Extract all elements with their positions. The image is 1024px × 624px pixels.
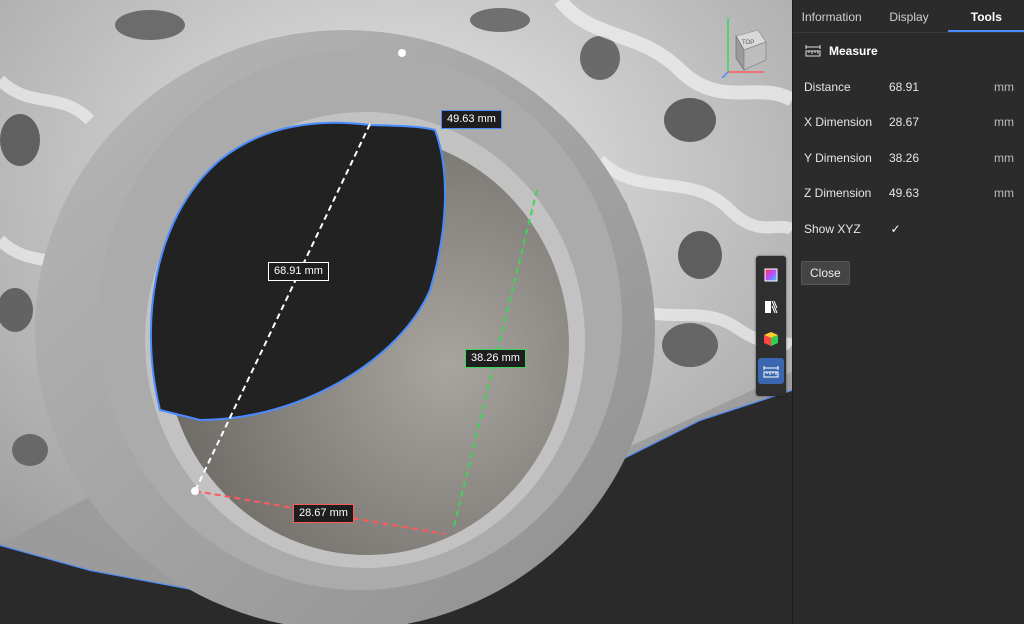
color-map-button[interactable]	[758, 262, 784, 288]
model-render	[0, 0, 792, 624]
distance-value: 68.91	[889, 79, 920, 94]
tab-tools[interactable]: Tools	[947, 0, 1024, 32]
y-dimension-row: Y Dimension 38.26 mm	[793, 140, 1024, 176]
axis-y-letter: Y	[726, 17, 731, 24]
ruler-icon	[805, 44, 821, 58]
x-dimension-value: 28.67	[889, 115, 920, 130]
z-dimension-value: 49.63	[889, 186, 920, 201]
show-xyz-row: Show XYZ ✓	[793, 211, 1024, 247]
measure-section-header: Measure	[793, 33, 1024, 69]
tab-information[interactable]: Information	[793, 0, 870, 32]
y-dimension-unit: mm	[994, 150, 1014, 165]
measure-tool-button[interactable]	[758, 358, 784, 384]
tab-display[interactable]: Display	[870, 0, 947, 32]
side-panel: Information Display Tools Measure Distan…	[792, 0, 1024, 624]
3d-viewport[interactable]: 49.63 mm 68.91 mm 38.26 mm 28.67 mm Y TO…	[0, 0, 792, 624]
distance-label: 68.91 mm	[268, 262, 329, 281]
x-dimension-row: X Dimension 28.67 mm	[793, 105, 1024, 141]
navigation-cube[interactable]: Y TOP	[718, 14, 772, 78]
distance-unit: mm	[994, 79, 1014, 94]
section-view-icon	[765, 300, 778, 314]
z-dimension-unit: mm	[994, 186, 1014, 201]
measure-title: Measure	[829, 44, 878, 58]
x-dimension-label-text: X Dimension	[804, 115, 873, 130]
y-dimension-label: 38.26 mm	[465, 349, 526, 368]
x-dimension-label: 28.67 mm	[293, 504, 354, 523]
cube-icon	[764, 332, 778, 346]
nav-cube-face-label: TOP	[742, 40, 754, 46]
x-dimension-unit: mm	[994, 115, 1014, 130]
y-dimension-value: 38.26	[889, 150, 920, 165]
distance-label-text: Distance	[804, 79, 851, 94]
ruler-measure-icon	[763, 366, 779, 378]
z-dimension-label: 49.63 mm	[441, 110, 502, 129]
section-view-button[interactable]	[758, 294, 784, 320]
cube-view-button[interactable]	[758, 326, 784, 352]
view-toolstrip	[756, 256, 786, 396]
show-xyz-label: Show XYZ	[804, 221, 861, 236]
show-xyz-checkbox[interactable]: ✓	[889, 222, 902, 236]
panel-tabs: Information Display Tools	[793, 0, 1024, 33]
y-dimension-label-text: Y Dimension	[804, 150, 872, 165]
close-button[interactable]: Close	[801, 260, 850, 285]
z-dimension-label-text: Z Dimension	[804, 186, 872, 201]
distance-row: Distance 68.91 mm	[793, 69, 1024, 105]
color-map-icon	[764, 268, 778, 282]
z-dimension-row: Z Dimension 49.63 mm	[793, 176, 1024, 212]
